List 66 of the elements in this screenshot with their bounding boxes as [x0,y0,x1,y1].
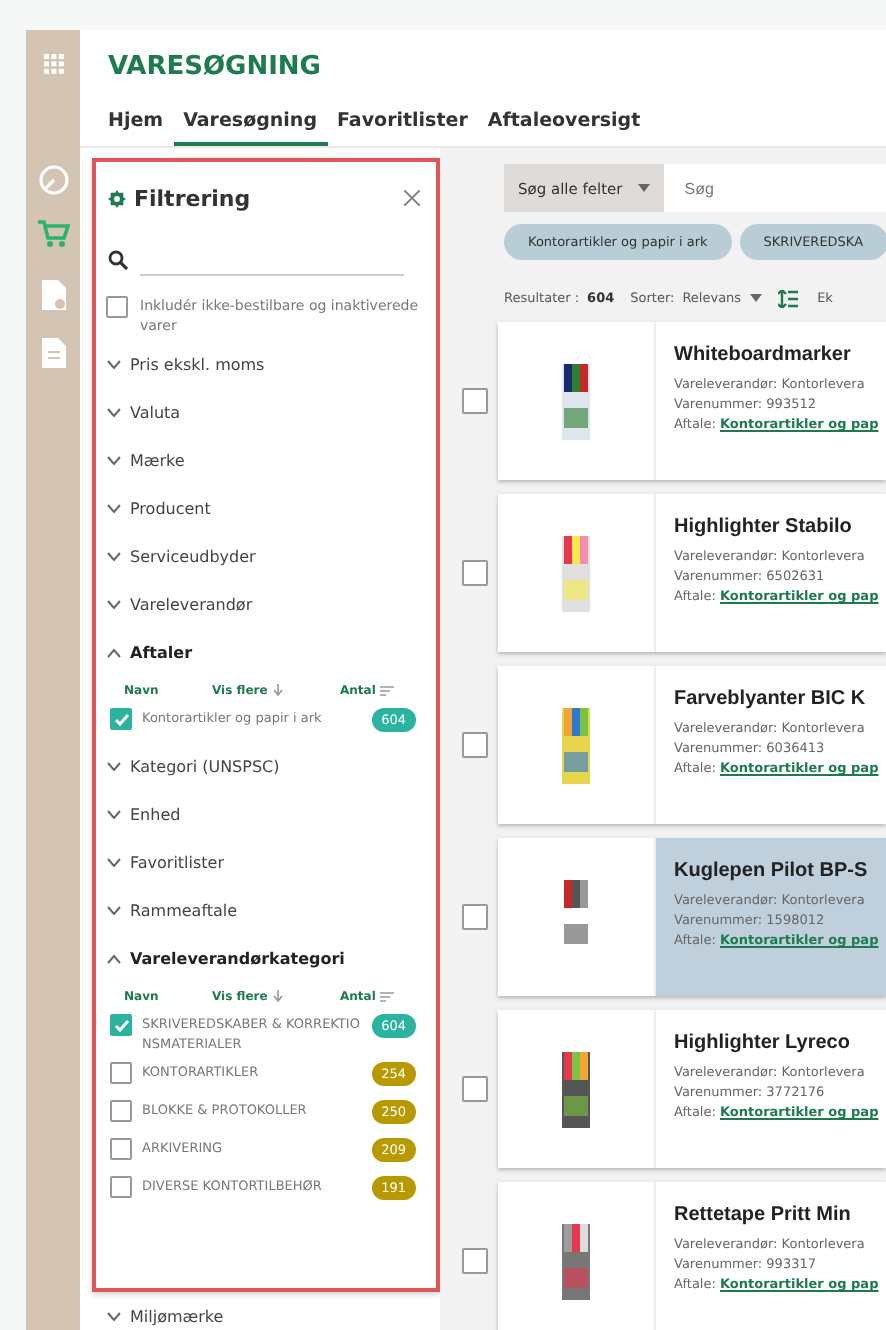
checkbox[interactable] [110,1062,132,1084]
filter-section-toggle[interactable]: Pris ekskl. moms [104,340,424,388]
close-icon[interactable] [404,190,420,206]
chevron-icon [106,761,122,771]
checkbox[interactable] [110,1100,132,1122]
caret-icon [749,294,762,302]
chevron-icon [106,953,122,963]
filter-section-toggle[interactable]: Kategori (UNSPSC) [104,742,424,790]
sort-icon [379,685,394,695]
chevron-icon [106,647,122,657]
gear-icon [108,189,126,207]
checkbox[interactable] [110,708,132,730]
product-title[interactable]: Highlighter Stabilo [674,516,886,538]
product-title[interactable]: Kuglepen Pilot BP-S [674,860,886,882]
product-title[interactable]: Farveblyanter BIC K [674,688,886,710]
nav-tab[interactable]: Hjem [108,104,174,146]
product-title[interactable]: Highlighter Lyreco [674,1032,886,1054]
arrow-down-icon [271,684,284,696]
checkbox[interactable] [110,1138,132,1160]
filter-section-toggle[interactable]: Miljømærke [92,1292,440,1330]
checkbox[interactable] [462,388,488,414]
checkbox[interactable] [462,560,488,586]
caret-icon [638,184,651,192]
chevron-icon [106,407,122,417]
sort-icon[interactable] [777,289,798,307]
filter-section-toggle[interactable]: Vareleverandør [104,580,424,628]
filter-section-toggle[interactable]: Mærke [104,436,424,484]
filter-section-toggle[interactable]: Enhed [104,790,424,838]
chevron-icon [106,503,122,513]
apps-icon[interactable] [43,54,63,74]
filter-section-toggle[interactable]: Aftaler [104,628,424,676]
chevron-icon [106,359,122,369]
page-title: VARESØGNING [108,50,323,86]
filter-section-toggle[interactable]: Producent [104,484,424,532]
chevron-icon [106,551,122,561]
checkbox[interactable] [462,1248,488,1274]
search-icon [108,249,128,269]
checkbox[interactable] [110,1176,132,1198]
document-icon[interactable] [41,280,65,310]
chevron-icon [106,455,122,465]
checkbox[interactable] [110,1014,132,1036]
filter-section-toggle[interactable]: Rammeaftale [104,886,424,934]
filter-section-toggle[interactable]: Valuta [104,388,424,436]
nav-tab[interactable]: Favoritlister [327,104,478,146]
search-field[interactable]: Søg [664,164,886,212]
arrow-down-icon [271,990,284,1002]
checkbox[interactable] [106,296,128,318]
checkbox[interactable] [462,732,488,758]
chevron-icon [106,1311,122,1321]
search-icon[interactable] [37,164,69,196]
product-title[interactable]: Whiteboardmarker [674,344,886,366]
chevron-icon [106,857,122,867]
filter-section-toggle[interactable]: Vareleverandørkategori [104,934,424,982]
chevron-icon [106,905,122,915]
filter-section-toggle[interactable]: Serviceudbyder [104,532,424,580]
nav-tab[interactable]: Aftaleoversigt [477,104,651,146]
sort-icon [379,991,394,1001]
cart-icon[interactable] [37,220,69,248]
filter-title: Filtrering [134,185,253,211]
chevron-icon [106,599,122,609]
checkbox[interactable] [462,1076,488,1102]
filter-section-toggle[interactable]: Favoritlister [104,838,424,886]
checkbox[interactable] [462,904,488,930]
product-title[interactable]: Rettetape Pritt Min [674,1204,886,1226]
document-icon[interactable] [41,338,65,368]
chevron-icon [106,809,122,819]
